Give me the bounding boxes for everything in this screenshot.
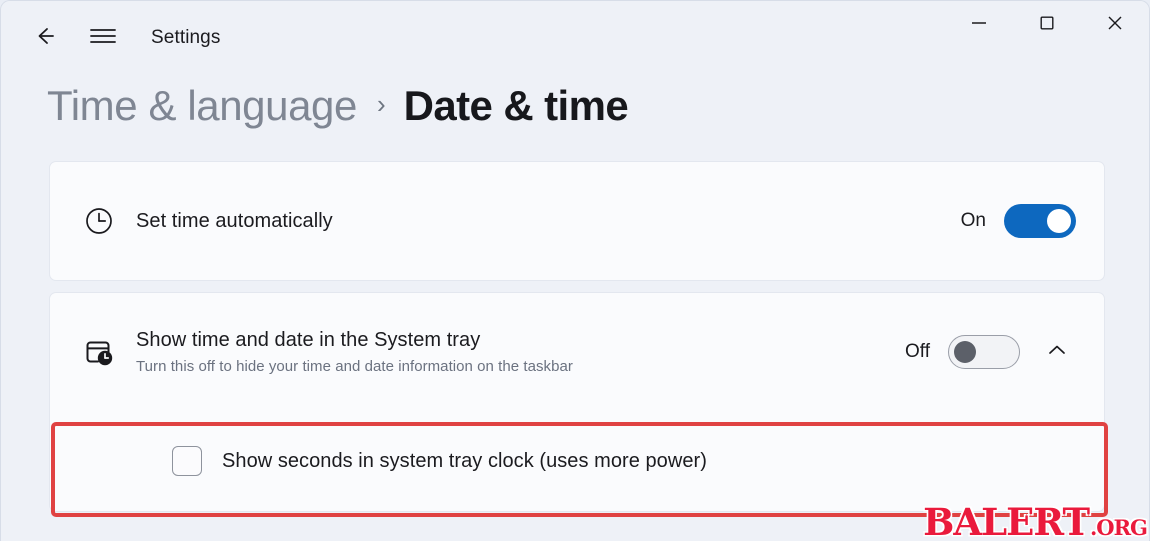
app-title: Settings [151,27,221,48]
card-set-time-automatically: Set time automatically On [49,161,1105,281]
setting-title: Set time automatically [136,209,333,232]
watermark-main: BALERT [923,500,1090,541]
setting-row-show-seconds[interactable]: Show seconds in system tray clock (uses … [50,411,1104,511]
card-system-tray: Show time and date in the System tray Tu… [49,292,1105,512]
show-seconds-checkbox[interactable] [172,446,202,476]
breadcrumb-separator-icon: › [376,89,386,119]
toggle-knob [954,341,976,363]
setting-title: Show time and date in the System tray [136,329,481,351]
breadcrumb-parent-link[interactable]: Time & language [47,82,357,130]
window-controls [945,1,1149,49]
close-button[interactable] [1081,1,1149,49]
settings-window: Settings Time & language › Date & time S… [0,0,1150,541]
toggle-knob [1047,209,1071,233]
hamburger-menu-button[interactable] [81,16,125,60]
setting-row-system-tray[interactable]: Show time and date in the System tray Tu… [50,293,1104,411]
watermark-tld: .ORG [1090,515,1148,540]
setting-row-set-time-automatically[interactable]: Set time automatically On [50,162,1104,280]
breadcrumb: Time & language › Date & time [1,69,1149,143]
back-arrow-icon [32,23,58,54]
page-title: Date & time [403,82,629,129]
set-time-controls: On [961,204,1076,238]
system-tray-expand-button[interactable] [1038,333,1076,371]
minimize-icon [969,16,989,34]
set-time-text-block: Set time automatically [136,210,961,233]
clock-icon [76,205,122,237]
chevron-up-icon [1045,338,1069,367]
hamburger-menu-icon [89,25,117,52]
system-tray-controls: Off [905,333,1076,371]
system-tray-state-label: Off [905,341,930,362]
set-time-state-label: On [960,210,986,231]
calendar-clock-icon [76,335,122,369]
title-bar: Settings [1,1,1149,75]
show-seconds-label: Show seconds in system tray clock (uses … [222,449,707,472]
system-tray-toggle[interactable] [948,335,1020,369]
minimize-button[interactable] [945,1,1013,49]
back-button[interactable] [23,16,67,60]
settings-content: Set time automatically On Show time and … [1,143,1149,512]
maximize-icon [1038,14,1056,37]
maximize-button[interactable] [1013,1,1081,49]
set-time-toggle[interactable] [1004,204,1076,238]
watermark: BALERT .ORG [923,500,1148,541]
system-tray-text-block: Show time and date in the System tray Tu… [136,329,905,375]
setting-description: Turn this off to hide your time and date… [136,358,573,375]
close-icon [1105,13,1125,38]
